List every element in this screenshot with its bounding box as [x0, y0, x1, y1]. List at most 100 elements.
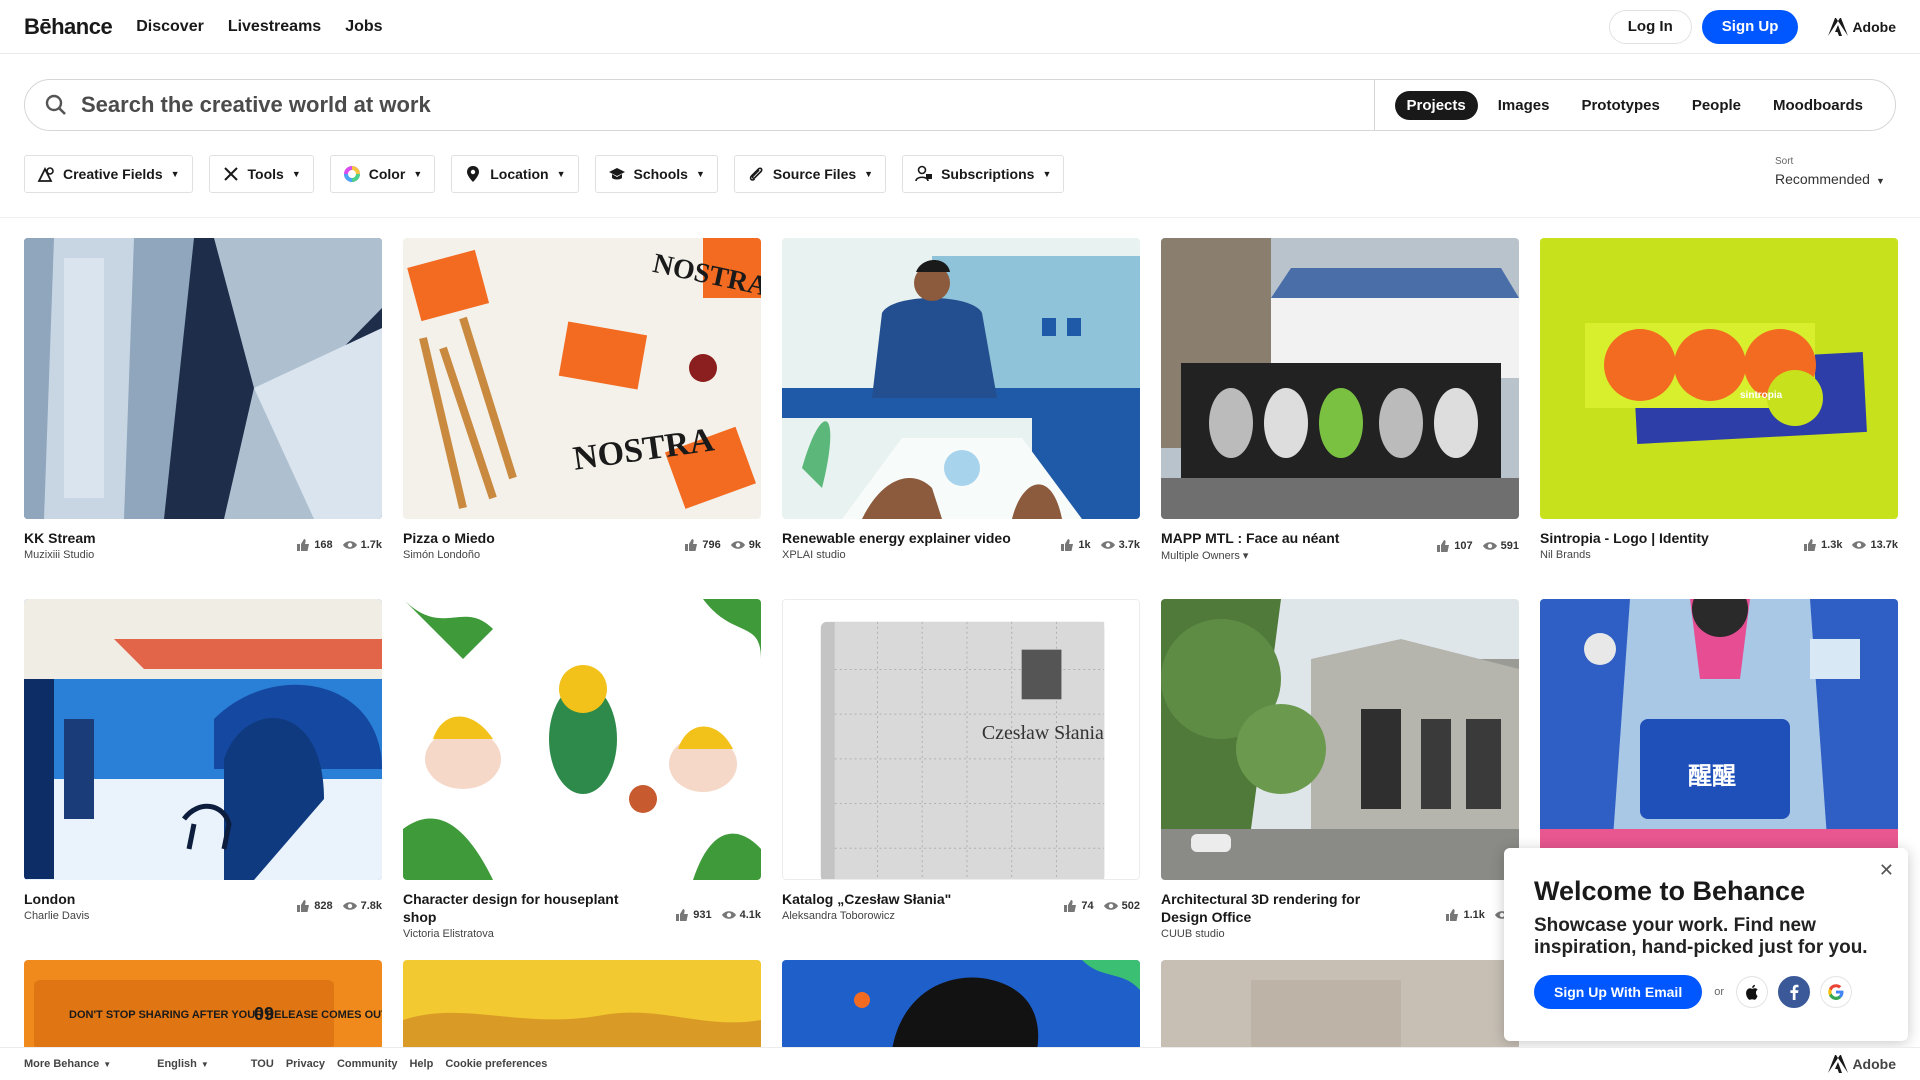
filter-label: Source Files: [772, 166, 857, 182]
filter-source-files[interactable]: Source Files ▼: [733, 155, 887, 193]
card-meta: KK Stream Muzixiii Studio 168 1.7k: [24, 529, 382, 561]
footer-adobe-link[interactable]: Adobe: [1828, 1055, 1896, 1073]
project-card[interactable]: 醒醒: [1540, 599, 1898, 880]
project-card[interactable]: [1161, 960, 1519, 1050]
project-title[interactable]: Pizza o Miedo: [403, 529, 495, 547]
nav-jobs[interactable]: Jobs: [345, 18, 382, 36]
thumbs-up-icon: [685, 539, 698, 551]
project-thumbnail[interactable]: NOSTRA NOSTRA: [403, 238, 761, 519]
footer-adobe-label: Adobe: [1852, 1056, 1896, 1072]
project-title[interactable]: Character design for houseplant shop: [403, 890, 643, 926]
signup-button[interactable]: Sign Up: [1701, 9, 1799, 44]
thumbs-up-icon: [1437, 539, 1450, 552]
project-card[interactable]: KK Stream Muzixiii Studio 168 1.7k: [24, 238, 382, 561]
sort-value: Recommended ▼: [1775, 171, 1885, 187]
project-title[interactable]: Sintropia - Logo | Identity: [1540, 529, 1709, 547]
facebook-icon: [1790, 984, 1799, 1000]
project-thumbnail[interactable]: [782, 238, 1140, 519]
nav-livestreams[interactable]: Livestreams: [228, 18, 321, 36]
project-stats: 74 502: [1063, 890, 1140, 922]
project-card[interactable]: sintropia Sintropia - Logo | Identity Nil…: [1540, 238, 1898, 561]
project-thumbnail[interactable]: 醒醒: [1540, 599, 1898, 880]
card-info: Sintropia - Logo | Identity Nil Brands: [1540, 529, 1709, 561]
project-card[interactable]: NOSTRA NOSTRA Pizza o Miedo Simón Londoño…: [403, 238, 761, 561]
more-behance-menu[interactable]: More Behance ▼: [24, 1058, 111, 1070]
footer-link-tou[interactable]: TOU: [251, 1058, 274, 1070]
tab-moodboards[interactable]: Moodboards: [1761, 91, 1875, 120]
apple-signin-button[interactable]: [1736, 976, 1768, 1008]
nav-discover[interactable]: Discover: [136, 18, 204, 36]
banner-headline: DON'T STOP SHARING AFTER YOUR RELEASE CO…: [69, 1009, 382, 1021]
caret-down-icon: ▼: [864, 169, 874, 179]
project-thumbnail[interactable]: Czesław Słania: [782, 599, 1140, 880]
project-card[interactable]: Character design for houseplant shop Vict…: [403, 599, 761, 940]
project-owner[interactable]: XPLAI studio: [782, 549, 1011, 561]
project-owner[interactable]: Nil Brands: [1540, 549, 1709, 561]
project-owner[interactable]: Muzixiii Studio: [24, 549, 96, 561]
project-title[interactable]: Renewable energy explainer video: [782, 529, 1011, 547]
project-title[interactable]: London: [24, 890, 89, 908]
google-signin-button[interactable]: [1820, 976, 1852, 1008]
project-card[interactable]: [782, 960, 1140, 1050]
filter-color[interactable]: Color ▼: [329, 155, 436, 193]
portrait-illustration: [782, 960, 1140, 1050]
signup-email-button[interactable]: Sign Up With Email: [1534, 975, 1703, 1009]
close-icon[interactable]: ✕: [1879, 860, 1894, 881]
project-card[interactable]: Czesław Słania Katalog „Czesław Słania" A…: [782, 599, 1140, 922]
project-card[interactable]: DON'T STOP SHARING AFTER YOUR RELEASE CO…: [24, 960, 382, 1050]
footer-link-cookie-preferences[interactable]: Cookie preferences: [445, 1058, 547, 1070]
language-select[interactable]: English ▼: [157, 1058, 209, 1070]
project-thumbnail[interactable]: sintropia: [1540, 238, 1898, 519]
project-thumbnail[interactable]: [1161, 960, 1519, 1050]
tab-people[interactable]: People: [1680, 91, 1753, 120]
project-owner[interactable]: Multiple Owners ▾: [1161, 549, 1339, 562]
catalog-title-text: Czesław Słania: [982, 722, 1104, 744]
project-title[interactable]: MAPP MTL : Face au néant: [1161, 529, 1339, 547]
project-card[interactable]: Renewable energy explainer video XPLAI st…: [782, 238, 1140, 561]
filter-tools[interactable]: Tools ▼: [208, 155, 314, 193]
facebook-signin-button[interactable]: [1778, 976, 1810, 1008]
adobe-link[interactable]: Adobe: [1828, 17, 1896, 36]
project-thumbnail[interactable]: [782, 960, 1140, 1050]
tab-images[interactable]: Images: [1486, 91, 1562, 120]
tab-prototypes[interactable]: Prototypes: [1569, 91, 1671, 120]
project-title[interactable]: Katalog „Czesław Słania": [782, 890, 951, 908]
project-thumbnail[interactable]: [24, 238, 382, 519]
project-thumbnail[interactable]: DON'T STOP SHARING AFTER YOUR RELEASE CO…: [24, 960, 382, 1050]
search-input[interactable]: [81, 92, 1374, 118]
project-card[interactable]: [403, 960, 761, 1050]
filter-label: Tools: [247, 166, 284, 182]
project-card[interactable]: London Charlie Davis 828 7.8k: [24, 599, 382, 922]
project-owner[interactable]: Simón Londoño: [403, 549, 495, 561]
project-card[interactable]: MAPP MTL : Face au néant Multiple Owners …: [1161, 238, 1519, 562]
project-thumbnail[interactable]: [24, 599, 382, 880]
footer-link-help[interactable]: Help: [409, 1058, 433, 1070]
project-thumbnail[interactable]: [403, 960, 761, 1050]
filter-location[interactable]: Location ▼: [451, 155, 579, 193]
project-title[interactable]: Architectural 3D rendering for Design Of…: [1161, 890, 1401, 926]
footer-link-privacy[interactable]: Privacy: [286, 1058, 325, 1070]
project-owner[interactable]: Victoria Elistratova: [403, 928, 643, 940]
tab-projects[interactable]: Projects: [1394, 90, 1478, 120]
project-owner[interactable]: Charlie Davis: [24, 910, 89, 922]
project-thumbnail[interactable]: [1161, 599, 1519, 880]
project-owner[interactable]: CUUB studio: [1161, 928, 1401, 940]
filter-schools[interactable]: Schools ▼: [594, 155, 718, 193]
behance-logo[interactable]: Bēhance: [24, 14, 113, 40]
filter-creative-fields[interactable]: Creative Fields ▼: [24, 155, 193, 193]
project-stats: 828 7.8k: [296, 890, 382, 922]
footer-link-community[interactable]: Community: [337, 1058, 398, 1070]
project-thumbnail[interactable]: [1161, 238, 1519, 519]
project-thumbnail[interactable]: [403, 599, 761, 880]
project-card[interactable]: Architectural 3D rendering for Design Of…: [1161, 599, 1519, 940]
filter-label: Schools: [633, 166, 688, 182]
google-icon: [1828, 984, 1844, 1000]
project-title[interactable]: KK Stream: [24, 529, 96, 547]
filter-subscriptions[interactable]: Subscriptions ▼: [902, 155, 1065, 193]
project-owner[interactable]: Aleksandra Toborowicz: [782, 910, 951, 922]
search-bar: Projects Images Prototypes People Moodbo…: [24, 79, 1896, 131]
sort-dropdown[interactable]: Sort Recommended ▼: [1775, 156, 1885, 187]
login-button[interactable]: Log In: [1608, 9, 1692, 44]
banner-number: 09: [254, 1004, 274, 1024]
view-count: 1.7k: [360, 539, 382, 551]
